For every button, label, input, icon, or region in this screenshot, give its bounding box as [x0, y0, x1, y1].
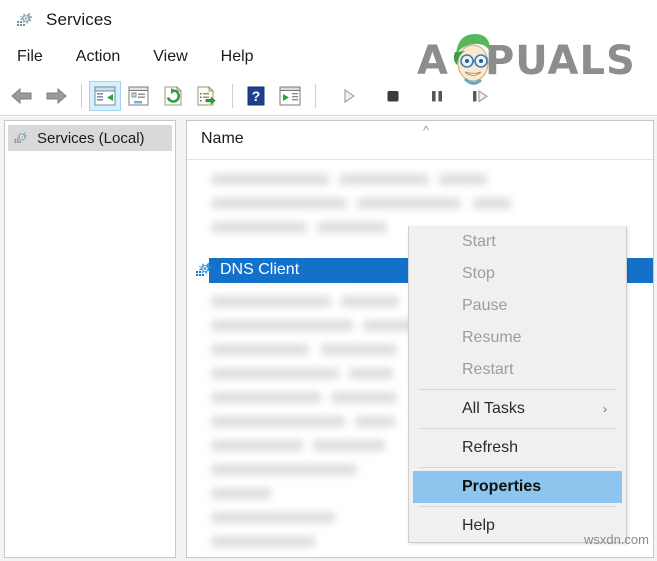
toolbar-separator-1 — [81, 84, 82, 108]
menu-view[interactable]: View — [150, 46, 190, 68]
show-console-tree-icon[interactable] — [89, 81, 121, 111]
context-menu-separator-3 — [419, 467, 616, 468]
site-watermark: wsxdn.com — [583, 532, 649, 547]
menu-action[interactable]: Action — [73, 46, 123, 68]
window-title: Services — [46, 10, 112, 29]
context-menu-item-pause[interactable]: Pause — [409, 290, 626, 322]
forward-icon[interactable] — [40, 81, 72, 111]
services-gear-icon — [193, 259, 215, 281]
title-bar: Services — [0, 0, 657, 40]
context-menu-item-all-tasks[interactable]: All Tasks › — [409, 393, 626, 425]
list-column-header: ^ Name — [187, 121, 653, 160]
properties-window-icon[interactable] — [123, 81, 155, 111]
stop-service-icon[interactable] — [377, 81, 409, 111]
context-menu-item-start[interactable]: Start — [409, 226, 626, 258]
context-menu-item-restart[interactable]: Restart — [409, 354, 626, 386]
context-menu-separator-2 — [419, 428, 616, 429]
refresh-icon[interactable] — [157, 81, 189, 111]
start-service-icon[interactable] — [333, 81, 365, 111]
list-item[interactable] — [187, 192, 653, 216]
services-gear-icon — [12, 129, 30, 147]
show-action-pane-icon[interactable] — [274, 81, 306, 111]
toolbar: ? — [0, 76, 657, 116]
services-gear-icon — [14, 9, 36, 31]
list-item[interactable] — [187, 168, 653, 192]
context-menu-separator-1 — [419, 389, 616, 390]
context-menu-item-label: All Tasks — [462, 400, 525, 417]
list-item-label: DNS Client — [220, 261, 300, 278]
toolbar-separator-3 — [315, 84, 316, 108]
context-menu-item-stop[interactable]: Stop — [409, 258, 626, 290]
context-menu-item-resume[interactable]: Resume — [409, 322, 626, 354]
toolbar-divider — [0, 115, 657, 116]
restart-service-icon[interactable] — [465, 81, 497, 111]
pause-service-icon[interactable] — [421, 81, 453, 111]
services-window: Services File Action View Help ? A PUALS… — [0, 0, 657, 561]
sidebar-item-label: Services (Local) — [37, 129, 145, 147]
context-menu-separator-4 — [419, 506, 616, 507]
menu-help[interactable]: Help — [218, 46, 257, 68]
context-menu-item-refresh[interactable]: Refresh — [409, 432, 626, 464]
help-icon[interactable]: ? — [240, 81, 272, 111]
context-menu-item-properties[interactable]: Properties — [413, 471, 622, 503]
context-menu: Start Stop Pause Resume Restart All Task… — [408, 226, 627, 543]
export-list-icon[interactable] — [191, 81, 223, 111]
menu-file[interactable]: File — [14, 46, 46, 68]
menu-bar: File Action View Help — [0, 41, 657, 73]
column-header-name[interactable]: Name — [201, 130, 244, 148]
back-icon[interactable] — [6, 81, 38, 111]
sort-ascending-icon[interactable]: ^ — [423, 123, 429, 138]
sidebar-item-services-local[interactable]: Services (Local) — [8, 125, 172, 151]
toolbar-separator-2 — [232, 84, 233, 108]
svg-text:?: ? — [252, 88, 261, 104]
chevron-right-icon: › — [603, 402, 607, 416]
console-tree-pane: Services (Local) — [4, 120, 176, 558]
